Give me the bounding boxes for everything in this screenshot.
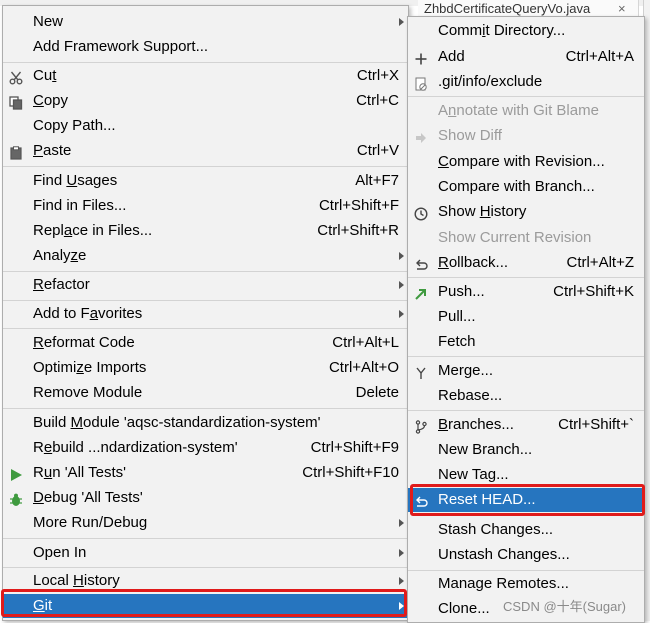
menu-item-push[interactable]: Push... Ctrl+Shift+K bbox=[408, 280, 644, 304]
menu-item-new-branch[interactable]: New Branch... bbox=[408, 438, 644, 462]
menu-item-paste[interactable]: Paste Ctrl+V bbox=[3, 139, 408, 163]
highlight-box-reset-head bbox=[410, 484, 645, 516]
menu-item-add-to-favorites[interactable]: Add to Favorites bbox=[3, 302, 408, 326]
ignore-file-icon bbox=[414, 75, 428, 91]
menu-item-manage-remotes[interactable]: Manage Remotes... bbox=[408, 572, 644, 596]
menu-item-git-info-exclude[interactable]: .git/info/exclude bbox=[408, 70, 644, 94]
menu-item-copy[interactable]: Copy Ctrl+C bbox=[3, 89, 408, 113]
merge-icon bbox=[414, 364, 428, 379]
separator bbox=[3, 166, 408, 167]
menu-item-rebuild[interactable]: Rebuild ...ndardization-system' Ctrl+Shi… bbox=[3, 436, 408, 460]
separator bbox=[408, 410, 644, 411]
submenu-arrow-icon bbox=[399, 577, 404, 585]
plus-icon bbox=[414, 50, 428, 65]
separator bbox=[408, 277, 644, 278]
separator bbox=[408, 356, 644, 357]
highlight-box-git bbox=[1, 589, 407, 617]
diff-icon bbox=[414, 129, 428, 143]
submenu-arrow-icon bbox=[399, 18, 404, 26]
menu-item-reformat-code[interactable]: Reformat Code Ctrl+Alt+L bbox=[3, 331, 408, 355]
menu-item-rebase[interactable]: Rebase... bbox=[408, 384, 644, 408]
menu-item-copy-path[interactable]: Copy Path... bbox=[3, 114, 408, 138]
debug-icon bbox=[9, 491, 23, 506]
separator bbox=[3, 538, 408, 539]
menu-item-analyze[interactable]: Analyze bbox=[3, 244, 408, 268]
menu-item-show-diff[interactable]: Show Diff bbox=[408, 124, 644, 148]
menu-item-pull[interactable]: Pull... bbox=[408, 305, 644, 329]
menu-item-rollback[interactable]: Rollback... Ctrl+Alt+Z bbox=[408, 251, 644, 275]
separator bbox=[3, 408, 408, 409]
separator bbox=[3, 271, 408, 272]
submenu-arrow-icon bbox=[399, 519, 404, 527]
watermark: CSDN @十年(Sugar) bbox=[503, 599, 626, 614]
menu-item-find-usages[interactable]: Find Usages Alt+F7 bbox=[3, 169, 408, 193]
menu-item-compare-with-revision[interactable]: Compare with Revision... bbox=[408, 150, 644, 174]
editor-tab-label: ZhbdCertificateQueryVo.java bbox=[424, 1, 591, 16]
menu-item-branches[interactable]: Branches... Ctrl+Shift+` bbox=[408, 413, 644, 437]
rollback-icon bbox=[414, 256, 428, 270]
menu-item-show-history[interactable]: Show History bbox=[408, 200, 644, 224]
separator bbox=[3, 300, 408, 301]
submenu-arrow-icon bbox=[399, 549, 404, 557]
git-submenu: Commit Directory... Add Ctrl+Alt+A .git/… bbox=[407, 16, 645, 623]
copy-icon bbox=[9, 94, 23, 110]
push-arrow-icon bbox=[414, 285, 428, 300]
separator bbox=[3, 567, 408, 568]
menu-item-stash-changes[interactable]: Stash Changes... bbox=[408, 518, 644, 542]
menu-item-commit-directory[interactable]: Commit Directory... bbox=[408, 19, 644, 43]
separator bbox=[3, 328, 408, 329]
menu-item-run-all-tests[interactable]: Run 'All Tests' Ctrl+Shift+F10 bbox=[3, 461, 408, 485]
menu-item-remove-module[interactable]: Remove Module Delete bbox=[3, 381, 408, 405]
menu-item-replace-in-files[interactable]: Replace in Files... Ctrl+Shift+R bbox=[3, 219, 408, 243]
menu-item-fetch[interactable]: Fetch bbox=[408, 330, 644, 354]
menu-item-find-in-files[interactable]: Find in Files... Ctrl+Shift+F bbox=[3, 194, 408, 218]
separator bbox=[3, 62, 408, 63]
run-icon bbox=[9, 466, 23, 481]
submenu-arrow-icon bbox=[399, 310, 404, 318]
menu-item-add[interactable]: Add Ctrl+Alt+A bbox=[408, 45, 644, 69]
menu-item-open-in[interactable]: Open In bbox=[3, 541, 408, 565]
menu-item-add-framework-support[interactable]: Add Framework Support... bbox=[3, 35, 408, 59]
menu-item-annotate-git-blame[interactable]: Annotate with Git Blame bbox=[408, 99, 644, 123]
menu-item-optimize-imports[interactable]: Optimize Imports Ctrl+Alt+O bbox=[3, 356, 408, 380]
menu-item-compare-with-branch[interactable]: Compare with Branch... bbox=[408, 175, 644, 199]
menu-item-debug-all-tests[interactable]: Debug 'All Tests' bbox=[3, 486, 408, 510]
branch-icon bbox=[414, 418, 428, 434]
menu-item-refactor[interactable]: Refactor bbox=[3, 273, 408, 297]
separator bbox=[408, 570, 644, 571]
menu-item-more-run-debug[interactable]: More Run/Debug bbox=[3, 511, 408, 535]
submenu-arrow-icon bbox=[399, 281, 404, 289]
scissors-icon bbox=[9, 69, 23, 85]
menu-item-cut[interactable]: Cut Ctrl+X bbox=[3, 64, 408, 88]
menu-item-new[interactable]: New bbox=[3, 10, 408, 34]
menu-item-merge[interactable]: Merge... bbox=[408, 359, 644, 383]
separator bbox=[408, 96, 644, 97]
clock-icon bbox=[414, 205, 428, 221]
project-context-menu: New Add Framework Support... Cut Ctrl+X … bbox=[2, 5, 409, 621]
submenu-arrow-icon bbox=[399, 252, 404, 260]
menu-item-unstash-changes[interactable]: Unstash Changes... bbox=[408, 543, 644, 567]
menu-item-show-current-revision[interactable]: Show Current Revision bbox=[408, 226, 644, 250]
menu-item-build-module[interactable]: Build Module 'aqsc-standardization-syste… bbox=[3, 411, 408, 435]
paste-icon bbox=[9, 144, 23, 160]
